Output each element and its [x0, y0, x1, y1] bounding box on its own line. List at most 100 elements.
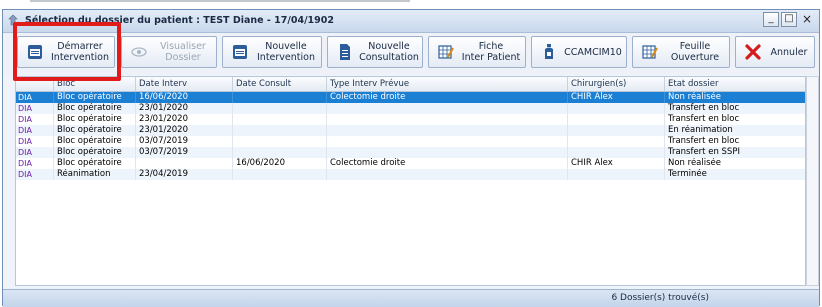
- row-tag: DIA: [16, 103, 54, 114]
- table-row[interactable]: DIA Bloc opératoire 16/06/2020 Colectomie d…: [16, 92, 805, 103]
- row-date-consult: [233, 125, 327, 136]
- row-chirurgien: [568, 125, 665, 136]
- patient-folders-table: Bloc Date Interv Date Consult Type Inter…: [15, 76, 806, 286]
- table-row[interactable]: DIA Réanimation 23/04/2019 Terminée: [16, 169, 805, 180]
- toolbar: Démarrer Intervention Visualiser Dossier…: [3, 33, 819, 75]
- row-date-consult: [233, 103, 327, 114]
- title-bar: Sélection du dossier du patient : TEST D…: [3, 10, 819, 33]
- table-row[interactable]: DIA Bloc opératoire 03/07/2019 Transfert en…: [16, 147, 805, 158]
- bottle-icon: [538, 41, 560, 63]
- patient-sheet-label: Fiche Inter Patient: [461, 41, 521, 63]
- eye-icon: [128, 41, 150, 63]
- row-date-interv: 23/01/2020: [136, 103, 233, 114]
- ccamcim10-label: CCAMCIM10: [564, 46, 622, 58]
- table-row[interactable]: DIA Bloc opératoire 23/01/2020 En réanimati…: [16, 125, 805, 136]
- row-date-interv: 23/01/2020: [136, 114, 233, 125]
- row-type-interv: [327, 103, 568, 114]
- table-row[interactable]: DIA Bloc opératoire 16/06/2020 Colectomie d…: [16, 158, 805, 169]
- row-chirurgien: [568, 169, 665, 180]
- grid-pen-icon: [435, 41, 457, 63]
- row-date-consult: [233, 92, 327, 103]
- cancel-button[interactable]: Annuler: [735, 36, 815, 68]
- row-date-interv: 23/04/2019: [136, 169, 233, 180]
- status-count: 6 Dossier(s) trouvé(s): [611, 293, 709, 303]
- row-bloc: Bloc opératoire: [54, 103, 136, 114]
- row-type-interv: [327, 136, 568, 147]
- row-date-consult: [233, 169, 327, 180]
- row-type-interv: Colectomie droite: [327, 92, 568, 103]
- view-folder-label: Visualiser Dossier: [160, 41, 206, 63]
- row-chirurgien: [568, 103, 665, 114]
- row-etat: Terminée: [665, 169, 805, 180]
- new-consultation-label: Nouvelle Consultation: [359, 41, 419, 63]
- new-intervention-label: Nouvelle Intervention: [257, 41, 315, 63]
- row-date-consult: [233, 136, 327, 147]
- patient-folder-dialog: Sélection du dossier du patient : TEST D…: [2, 9, 820, 307]
- row-tag: DIA: [16, 92, 54, 103]
- opening-sheet-button[interactable]: Feuille Ouverture: [632, 36, 730, 68]
- opening-sheet-label: Feuille Ouverture: [670, 41, 720, 63]
- row-etat: Non réalisée: [665, 92, 805, 103]
- row-date-interv: 16/06/2020: [136, 92, 233, 103]
- row-etat: Transfert en bloc: [665, 136, 805, 147]
- row-date-interv: [136, 158, 233, 169]
- new-intervention-button[interactable]: Nouvelle Intervention: [222, 36, 322, 68]
- row-chirurgien: CHIR Alex: [568, 92, 665, 103]
- status-bar: 6 Dossier(s) trouvé(s): [3, 289, 819, 307]
- patient-sheet-button[interactable]: Fiche Inter Patient: [428, 36, 526, 68]
- row-tag: DIA: [16, 158, 54, 169]
- row-date-consult: [233, 114, 327, 125]
- new-consultation-button[interactable]: Nouvelle Consultation: [327, 36, 423, 68]
- table-header: Bloc Date Interv Date Consult Type Inter…: [16, 77, 805, 92]
- column-header-etat[interactable]: Etat dossier: [665, 77, 805, 91]
- row-tag: DIA: [16, 114, 54, 125]
- vertical-scrollbar[interactable]: [806, 76, 819, 286]
- row-date-interv: 03/07/2019: [136, 147, 233, 158]
- highlight-frame: [13, 22, 121, 81]
- row-bloc: Bloc opératoire: [54, 114, 136, 125]
- column-header-type-interv[interactable]: Type Interv Prévue: [327, 77, 568, 91]
- view-folder-button[interactable]: Visualiser Dossier: [121, 36, 217, 68]
- row-tag: DIA: [16, 169, 54, 180]
- row-chirurgien: CHIR Alex: [568, 158, 665, 169]
- ccamcim10-button[interactable]: CCAMCIM10: [531, 36, 627, 68]
- maximize-button[interactable]: □: [781, 12, 797, 27]
- table-row[interactable]: DIA Bloc opératoire 23/01/2020 Transfert en…: [16, 103, 805, 114]
- row-type-interv: [327, 169, 568, 180]
- row-tag: DIA: [16, 136, 54, 147]
- row-etat: En réanimation: [665, 125, 805, 136]
- row-bloc: Bloc opératoire: [54, 136, 136, 147]
- row-type-interv: Colectomie droite: [327, 158, 568, 169]
- row-bloc: Réanimation: [54, 169, 136, 180]
- row-chirurgien: [568, 147, 665, 158]
- row-etat: Transfert en SSPI: [665, 147, 805, 158]
- table-row[interactable]: DIA Bloc opératoire 03/07/2019 Transfert en…: [16, 136, 805, 147]
- row-etat: Transfert en bloc: [665, 103, 805, 114]
- row-bloc: Bloc opératoire: [54, 125, 136, 136]
- row-chirurgien: [568, 136, 665, 147]
- row-bloc: Bloc opératoire: [54, 158, 136, 169]
- row-tag: DIA: [16, 125, 54, 136]
- column-header-date-interv[interactable]: Date Interv: [136, 77, 233, 91]
- row-date-interv: 23/01/2020: [136, 125, 233, 136]
- row-date-consult: [233, 147, 327, 158]
- row-etat: Transfert en bloc: [665, 114, 805, 125]
- row-type-interv: [327, 114, 568, 125]
- column-header-chirurgiens[interactable]: Chirurgien(s): [568, 77, 665, 91]
- row-etat: Non réalisée: [665, 158, 805, 169]
- row-type-interv: [327, 125, 568, 136]
- grid-pen-icon: [639, 41, 661, 63]
- calendar-document-icon: [229, 41, 251, 63]
- row-type-interv: [327, 147, 568, 158]
- close-button[interactable]: ×: [799, 12, 815, 27]
- document-icon: [334, 41, 356, 63]
- table-row[interactable]: DIA Bloc opératoire 23/01/2020 Transfert en…: [16, 114, 805, 125]
- column-header-date-consult[interactable]: Date Consult: [233, 77, 327, 91]
- minimize-button[interactable]: _: [763, 12, 779, 27]
- row-bloc: Bloc opératoire: [54, 92, 136, 103]
- row-chirurgien: [568, 114, 665, 125]
- row-date-interv: 03/07/2019: [136, 136, 233, 147]
- background-strip: [0, 0, 822, 9]
- row-tag: DIA: [16, 147, 54, 158]
- row-bloc: Bloc opératoire: [54, 147, 136, 158]
